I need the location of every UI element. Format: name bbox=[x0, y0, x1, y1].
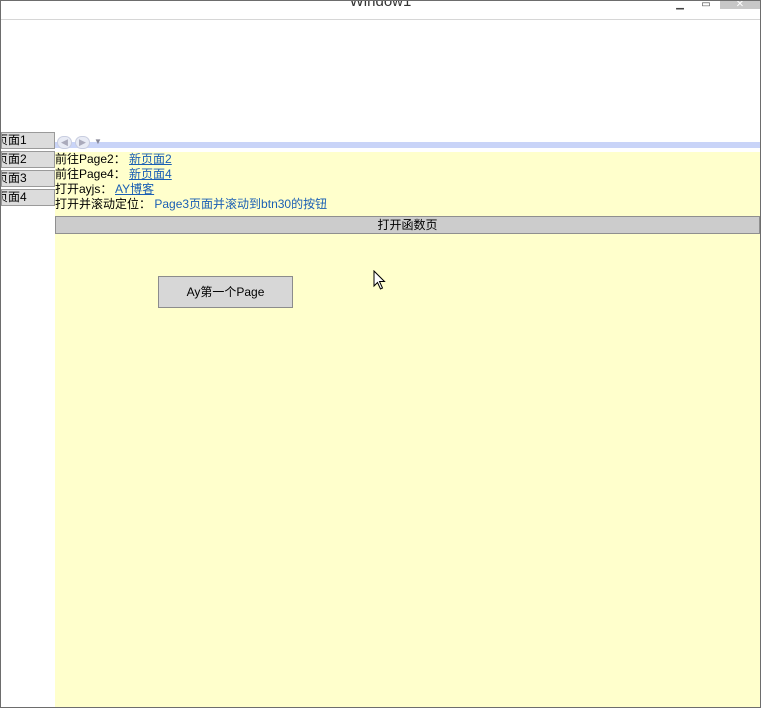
open-function-page-button[interactable]: 打开函数页 bbox=[55, 216, 760, 234]
page-tab-list: 页面1 页面2 页面3 页面4 bbox=[1, 132, 55, 208]
link-line-page4: 前往Page4： 新页面4 bbox=[55, 167, 760, 182]
tab-page-1[interactable]: 页面1 bbox=[1, 132, 55, 149]
link-prefix: 前往Page4： bbox=[55, 167, 126, 181]
link-new-page-2[interactable]: 新页面2 bbox=[129, 152, 172, 166]
back-arrow-icon[interactable]: ◀ bbox=[57, 136, 72, 149]
title-bar[interactable]: Window1 ▁ ▭ ✕ bbox=[1, 1, 760, 20]
maximize-button[interactable]: ▭ bbox=[699, 1, 713, 10]
tab-page-4[interactable]: 页面4 bbox=[1, 189, 55, 206]
app-window: Window1 ▁ ▭ ✕ 页面1 页面2 页面3 页面4 ◀ ▶ ▼ 前往Pa… bbox=[0, 0, 761, 708]
link-prefix: 打开ayjs： bbox=[55, 182, 113, 196]
tab-page-3[interactable]: 页面3 bbox=[1, 170, 55, 187]
link-ay-blog[interactable]: AY博客 bbox=[115, 182, 154, 196]
link-line-ayjs: 打开ayjs： AY博客 bbox=[55, 182, 760, 197]
link-line-scroll: 打开并滚动定位： Page3页面并滚动到btn30的按钮 bbox=[55, 197, 760, 212]
first-page-button[interactable]: Ay第一个Page bbox=[158, 276, 293, 308]
tab-page-2[interactable]: 页面2 bbox=[1, 151, 55, 168]
window-title: Window1 bbox=[349, 0, 412, 10]
minimize-button[interactable]: ▁ bbox=[673, 1, 687, 10]
link-prefix: 前往Page2： bbox=[55, 152, 126, 166]
link-page3-scroll-btn30[interactable]: Page3页面并滚动到btn30的按钮 bbox=[154, 197, 327, 211]
page-content: 前往Page2： 新页面2 前往Page4： 新页面4 打开ayjs： AY博客… bbox=[55, 152, 760, 707]
chevron-down-icon[interactable]: ▼ bbox=[94, 137, 102, 146]
navigation-bar-background bbox=[55, 142, 760, 148]
close-button[interactable]: ✕ bbox=[720, 1, 760, 10]
forward-arrow-icon[interactable]: ▶ bbox=[75, 136, 90, 149]
frame-navigation-bar: ◀ ▶ ▼ bbox=[55, 136, 760, 152]
link-new-page-4[interactable]: 新页面4 bbox=[129, 167, 172, 181]
link-line-page2: 前往Page2： 新页面2 bbox=[55, 152, 760, 167]
link-prefix: 打开并滚动定位： bbox=[55, 197, 152, 211]
mouse-cursor-icon bbox=[373, 270, 386, 290]
